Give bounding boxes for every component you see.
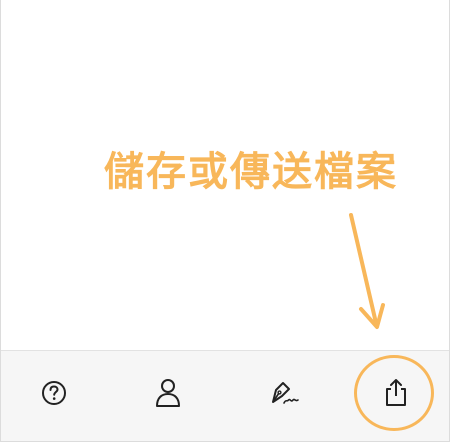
sign-button[interactable] (262, 371, 306, 415)
annotation-label: 儲存或傳送檔案 (104, 149, 398, 195)
help-circle-icon (42, 381, 66, 405)
pen-signature-icon (272, 382, 299, 404)
contact-button[interactable] (146, 371, 190, 415)
share-highlight-circle (354, 355, 434, 431)
annotation-arrow-icon (349, 213, 385, 329)
app-screen: 儲存或傳送檔案 (0, 0, 450, 442)
person-icon (156, 379, 180, 407)
help-button[interactable] (32, 371, 76, 415)
